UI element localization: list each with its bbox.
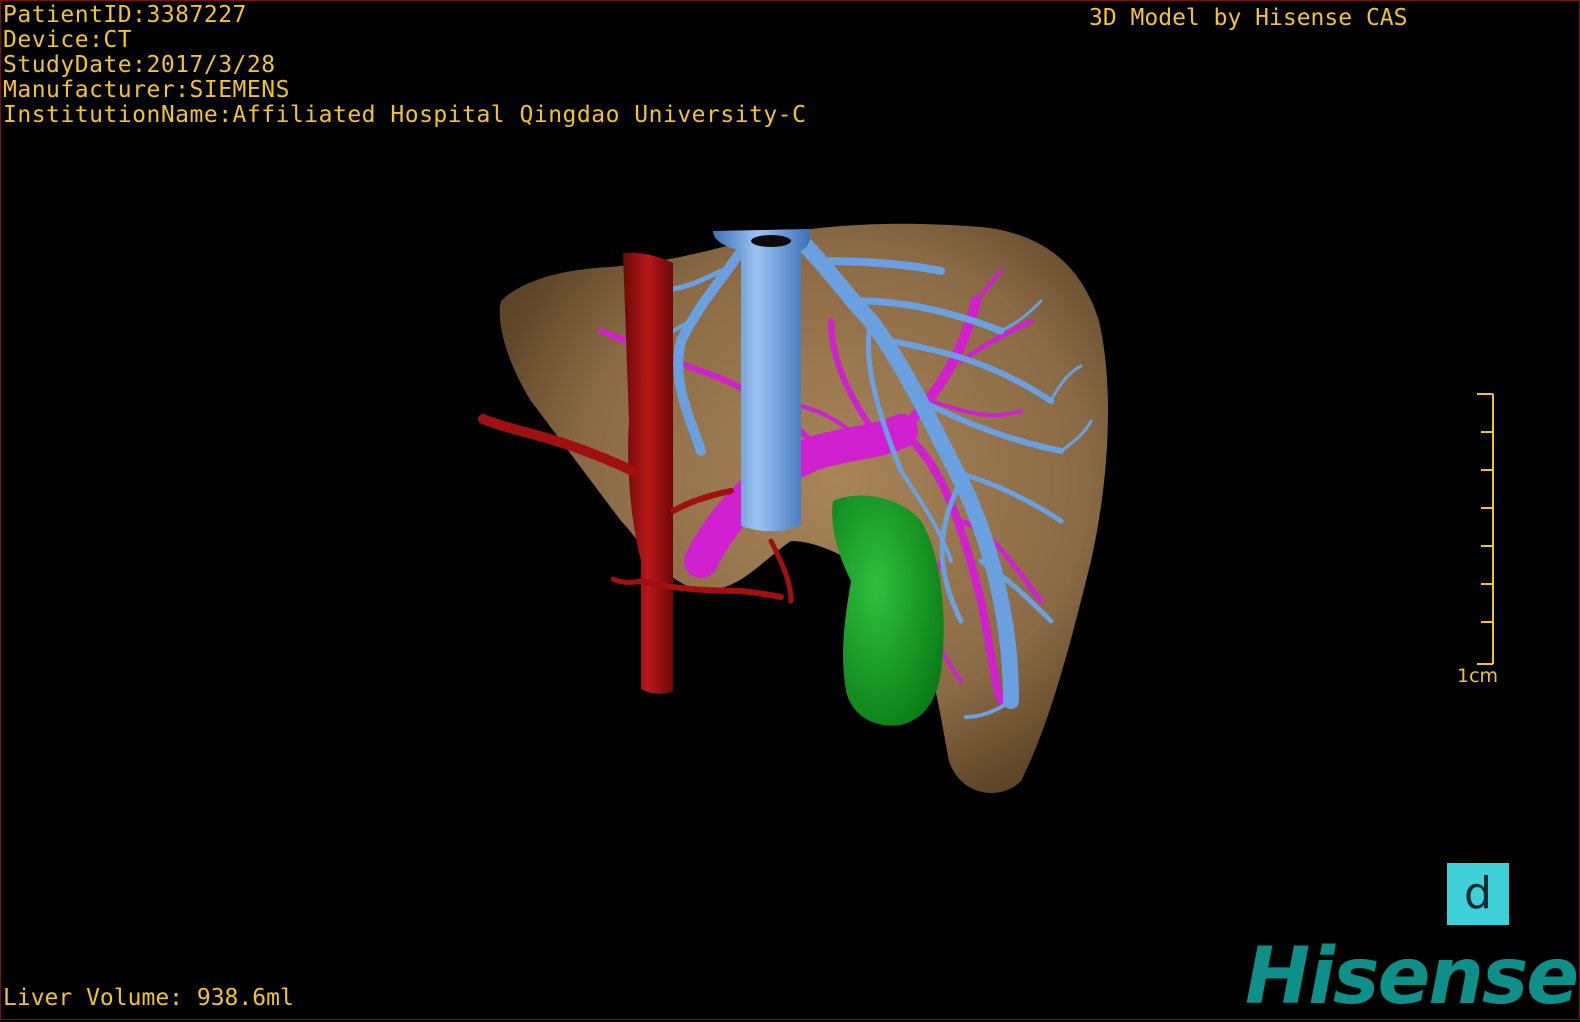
device-label: Device:CT <box>3 27 133 53</box>
liver-volume-label: Liver Volume: 938.6ml <box>3 985 294 1011</box>
3d-viewport[interactable]: PatientID:3387227 Device:CT StudyDate:20… <box>0 0 1580 1020</box>
study-date-label: StudyDate:2017/3/28 <box>3 52 276 78</box>
scale-ruler <box>1477 393 1494 665</box>
orientation-cube[interactable]: d <box>1447 863 1509 925</box>
liver-surface <box>499 223 1109 793</box>
orientation-face-label: d <box>1464 868 1492 919</box>
model-credit: 3D Model by Hisense CAS <box>1089 5 1408 31</box>
manufacturer-label: Manufacturer:SIEMENS <box>3 77 290 103</box>
patient-id-label: PatientID:3387227 <box>3 2 247 28</box>
liver-3d-model[interactable] <box>1 1 1580 1021</box>
institution-label: InstitutionName:Affiliated Hospital Qing… <box>3 102 807 128</box>
scale-label: 1cm <box>1457 665 1499 687</box>
brand-logo: Hisense <box>1245 932 1579 1022</box>
